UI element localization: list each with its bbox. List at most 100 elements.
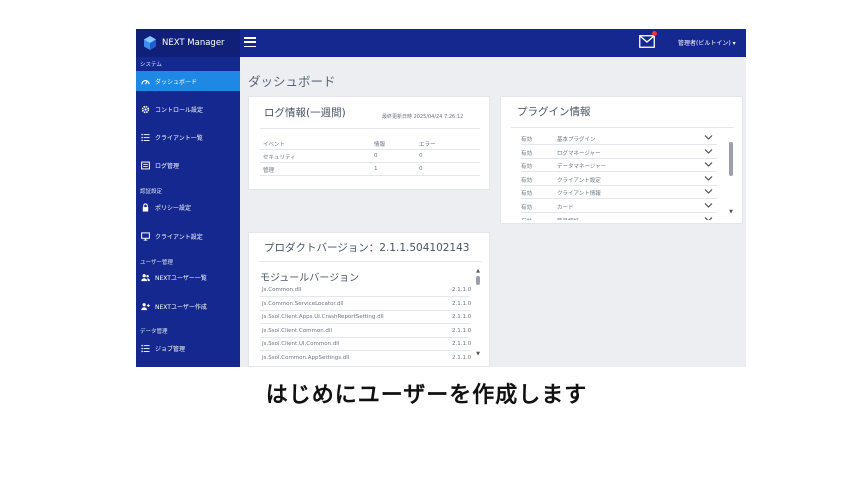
module-row: Js.Ssol.Client.UI.Common.dll 2.1.1.0 (260, 338, 472, 352)
hamburger-menu-icon[interactable] (243, 35, 257, 49)
sidebar-item-dashboard[interactable]: ダッシュボード (136, 71, 240, 91)
plugin-row[interactable]: 有効 ログマネージャー (521, 146, 717, 159)
scroll-up-icon[interactable]: ▲ (475, 269, 481, 274)
module-version: 2.1.1.0 (452, 327, 472, 334)
scroll-down-icon[interactable]: ▼ (475, 352, 481, 357)
module-scrollbar[interactable]: ▲ ▼ (475, 269, 481, 363)
notification-badge (652, 31, 657, 36)
log-card: ログ情報(一週間) 最終更新日時 2025/04/24 7:26:12 イベント… (248, 96, 490, 190)
sidebar-item-control-settings[interactable]: コントロール設定 (136, 99, 240, 119)
sidebar-item-user-list[interactable]: NEXTユーザー一覧 (136, 267, 240, 287)
table-cell: 管理 (263, 168, 275, 174)
plugin-status: 有効 (521, 177, 533, 184)
caption: はじめにユーザーを作成します (265, 383, 588, 408)
plugin-row[interactable]: 有効 クライアント情報 (521, 186, 717, 200)
page-title: ダッシュボード (248, 74, 336, 89)
lock-icon (142, 202, 149, 212)
divider (260, 149, 480, 150)
plugin-status: 有効 (521, 164, 533, 171)
plugin-name: クライアント情報 (557, 191, 601, 198)
chevron-down-icon[interactable] (704, 175, 713, 182)
sidebar-item-label: ダッシュボード (155, 78, 198, 86)
module-version: 2.1.1.0 (452, 314, 472, 321)
plugin-status: 有効 (521, 191, 533, 198)
table-header-event: イベント (263, 142, 286, 148)
plugin-list[interactable]: 有効 基本プラグイン 有効 ログマネージャー 有効 データマネージャー 有効 クライアント設定… (501, 97, 726, 220)
app-title: NEXT Manager (162, 38, 225, 48)
plugin-name: 基本プラグイン (557, 137, 596, 143)
sidebar-item-user-create[interactable]: NEXTユーザー作成 (136, 296, 240, 316)
add-user-icon (141, 302, 150, 310)
module-row: Js.Ssol.Client.Common.dll 2.1.1.0 (260, 325, 472, 338)
module-list[interactable]: Js.Common.dll 2.1.1.0 Js.Common.ServiceLoc… (249, 233, 473, 362)
module-row: Js.Common.dll 2.1.1.0 (260, 284, 471, 297)
sidebar-item-label: NEXTユーザー一覧 (155, 274, 207, 282)
sidebar-item-label: クライアント一覧 (155, 134, 203, 142)
plugin-scrollbar[interactable]: ▼ (728, 134, 734, 220)
plugin-name: クライアント設定 (557, 177, 601, 184)
sidebar-item-client-settings[interactable]: クライアント設定 (136, 226, 240, 246)
scroll-down-icon[interactable]: ▼ (728, 210, 734, 215)
chevron-down-icon[interactable] (704, 134, 713, 141)
sidebar-item-label: NEXTユーザー作成 (155, 303, 207, 311)
sidebar-item-label: クライアント設定 (155, 233, 203, 241)
module-row: Js.Common.ServiceLocator.dll 2.1.1.0 (260, 298, 472, 311)
sidebar-item-label: ジョブ管理 (155, 345, 186, 353)
module-name: Js.Ssol.Common.AppSettings.dll (262, 355, 350, 361)
table-cell: 0 (374, 153, 378, 159)
module-version: 2.1.1.0 (452, 355, 472, 361)
plugin-card: プラグイン情報 有効 基本プラグイン 有効 ログマネージャー 有効 データマネージャー 有効… (500, 96, 743, 224)
sidebar-item-job-management[interactable]: ジョブ管理 (136, 338, 240, 358)
sidebar-item-log-management[interactable]: ログ管理 (136, 155, 240, 175)
module-name: Js.Ssol.Client.UI.Common.dll (262, 341, 340, 348)
sidebar-section-users: ユーザー管理 (140, 260, 173, 266)
table-cell: 1 (374, 166, 378, 172)
chevron-down-icon[interactable] (704, 161, 713, 168)
table-cell: セキュリティ (263, 155, 296, 161)
chevron-down-icon[interactable] (704, 202, 713, 209)
table-cell: 0 (419, 153, 423, 159)
version-card: プロダクトバージョン：2.1.1.504102143 モジュールバージョン Js… (248, 232, 490, 367)
gear-icon (141, 105, 150, 113)
list-icon (141, 344, 150, 352)
sidebar-item-label: コントロール設定 (155, 106, 204, 114)
scrollbar-thumb[interactable] (476, 276, 480, 285)
plugin-name: 簡易認証 (557, 217, 579, 220)
divider (260, 162, 480, 163)
sidebar-item-client-list[interactable]: クライアント一覧 (136, 127, 240, 147)
user-menu[interactable]: 管理者(ビルトイン) ▾ (678, 38, 736, 47)
module-version: 2.1.1.0 (452, 300, 472, 307)
chevron-down-icon[interactable] (704, 148, 713, 155)
chevron-down-icon[interactable] (704, 188, 713, 195)
sidebar-section-data: データ管理 (140, 329, 168, 335)
plugin-row[interactable]: 有効 カード (521, 200, 717, 213)
monitor-icon (141, 231, 150, 241)
plugin-row[interactable]: 有効 簡易認証 (521, 214, 717, 220)
module-name: Js.Ssol.Client.Apps.UI.CrashReportSettin… (262, 314, 384, 321)
plugin-status: 有効 (521, 217, 532, 220)
chevron-down-icon[interactable] (704, 216, 713, 220)
plugin-row[interactable]: 有効 クライアント設定 (521, 173, 717, 186)
plugin-row[interactable]: 有効 データマネージャー (521, 159, 717, 173)
plugin-name: カード (557, 205, 574, 211)
sidebar: システム ダッシュボード コントロール設定 クライアント一覧 ログ管理 認証設定… (136, 57, 240, 367)
users-icon (141, 273, 150, 281)
sidebar-item-label: ポリシー設定 (155, 204, 192, 212)
plugin-status: 有効 (521, 205, 533, 211)
plugin-row[interactable]: 有効 基本プラグイン (521, 132, 717, 145)
top-bar: NEXT Manager 管理者(ビルトイン) ▾ (136, 29, 746, 57)
module-name: Js.Ssol.Client.Common.dll (262, 327, 332, 334)
log-card-title: ログ情報(一週間) (264, 107, 346, 119)
divider (260, 175, 480, 176)
table-cell: 0 (419, 166, 423, 172)
mail-icon[interactable] (639, 35, 655, 48)
sidebar-item-policy-settings[interactable]: ポリシー設定 (136, 197, 240, 217)
app-screenshot: NEXT Manager 管理者(ビルトイン) ▾ システム ダッシュボード コ… (136, 29, 746, 367)
table-header-info: 情報 (374, 142, 386, 148)
table-header-error: エラー (419, 142, 436, 148)
scrollbar-thumb[interactable] (729, 142, 733, 176)
plugin-name: データマネージャー (557, 164, 607, 171)
log-icon (141, 161, 150, 169)
module-version: 2.1.1.0 (452, 341, 472, 348)
brand[interactable]: NEXT Manager (136, 29, 240, 57)
